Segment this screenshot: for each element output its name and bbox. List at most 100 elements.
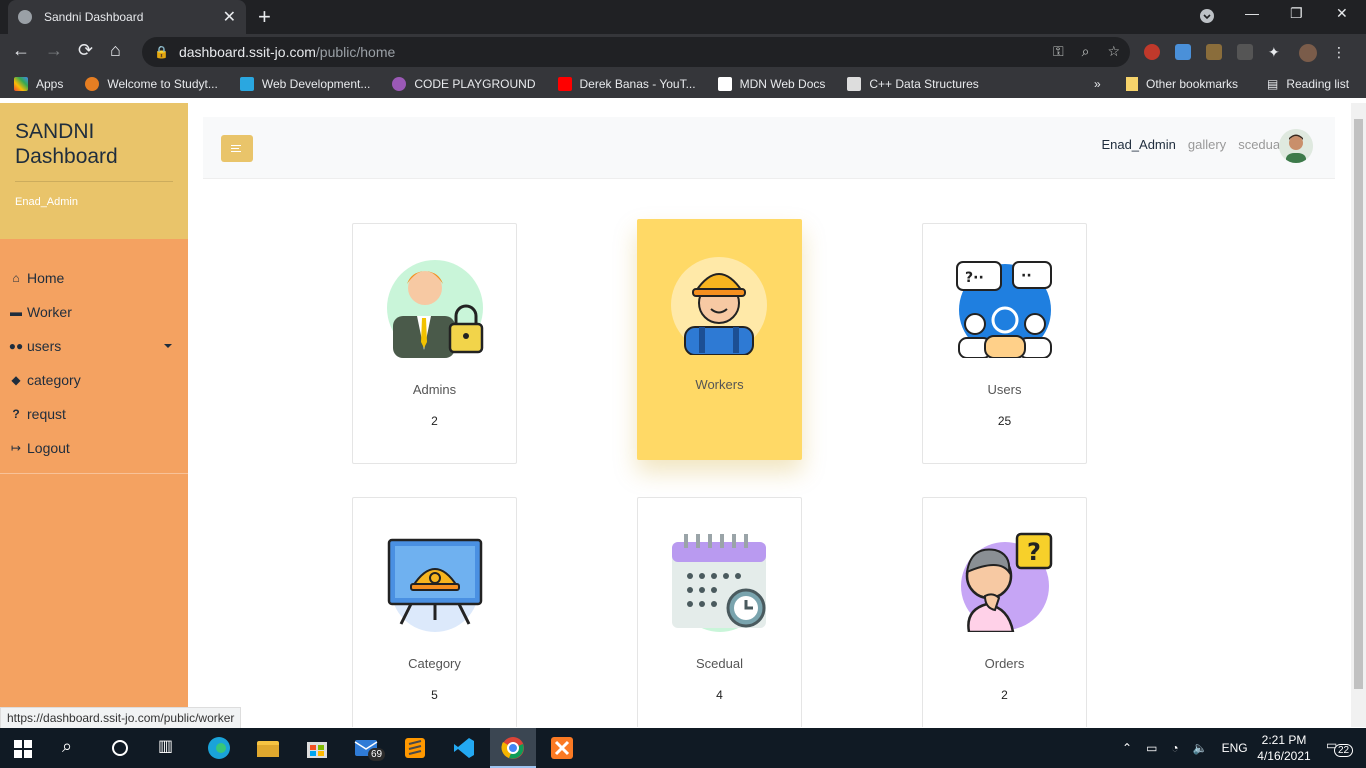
store-icon[interactable]	[305, 736, 329, 760]
orders-question-icon: ?	[961, 532, 1053, 632]
question-icon: ?	[12, 407, 20, 421]
udemy-icon	[239, 77, 254, 91]
nav-link-scedual[interactable]: scedual	[1238, 137, 1283, 152]
puzzle-icon[interactable]: ✦	[1268, 44, 1284, 60]
sidebar-item-home[interactable]: ⌂ Home	[0, 261, 188, 295]
restore-button[interactable]: ❐	[1290, 5, 1303, 22]
zoom-icon[interactable]: ⌕	[1082, 43, 1090, 60]
profile-avatar[interactable]	[1299, 44, 1317, 62]
bookmark-item[interactable]: C++ Data Structures	[847, 77, 979, 91]
url-host: dashboard.ssit-jo.com	[178, 44, 316, 60]
studytonight-icon	[85, 77, 100, 91]
tab-title: Sandni Dashboard	[44, 10, 144, 24]
bookmark-apps[interactable]: Apps	[14, 77, 63, 91]
forward-arrow-icon[interactable]: →	[45, 40, 63, 61]
sublime-text-icon[interactable]	[403, 736, 427, 760]
notification-center-icon[interactable]: ▭ 22	[1326, 738, 1354, 757]
other-bookmarks[interactable]: Other bookmarks	[1126, 70, 1238, 98]
page-content: SANDNI Dashboard Enad_Admin ⌂ Home ▬ Worke…	[0, 103, 1366, 727]
users-icon: ●●	[8, 339, 24, 353]
tags-icon: ◆	[11, 373, 21, 387]
file-explorer-icon[interactable]	[256, 736, 280, 760]
system-tray: ⌃ ▭ ◔ 🔈 ENG	[1122, 728, 1248, 768]
reload-icon[interactable]: ⟳	[78, 40, 93, 61]
chrome-icon	[501, 737, 524, 759]
reading-list-icon: ▤	[1267, 77, 1279, 91]
mdn-icon	[717, 77, 732, 91]
nav-user-link[interactable]: Enad_Admin	[1101, 137, 1175, 152]
clock-time: 2:21 PM	[1261, 733, 1307, 747]
extension-icon[interactable]	[1237, 44, 1253, 60]
tab-search-icon[interactable]	[1199, 8, 1215, 27]
close-window-button[interactable]: ✕	[1336, 5, 1348, 22]
task-view-icon[interactable]: ▥	[158, 736, 182, 760]
back-arrow-icon[interactable]: ←	[12, 40, 30, 61]
home-icon[interactable]: ⌂	[110, 40, 121, 61]
wifi-icon[interactable]: ◔	[1171, 741, 1178, 755]
svg-text:?··: ?··	[965, 270, 984, 286]
card-admins[interactable]: Admins 2	[352, 223, 517, 464]
translate-extension-icon[interactable]	[1175, 44, 1191, 60]
card-workers[interactable]: Workers	[637, 219, 802, 460]
bookmark-item[interactable]: MDN Web Docs	[717, 77, 825, 91]
extension-icon[interactable]	[1144, 44, 1160, 60]
gfg-icon	[847, 77, 862, 91]
sidebar-item-users[interactable]: ●● users	[0, 329, 188, 363]
clock[interactable]: 2:21 PM 4/16/2021	[1254, 732, 1314, 764]
sidebar-item-category[interactable]: ◆ category	[0, 363, 188, 397]
card-label: Category	[408, 656, 461, 671]
bookmark-item[interactable]: CODE PLAYGROUND	[392, 77, 536, 91]
browser-tab[interactable]: Sandni Dashboard ✕	[8, 0, 246, 34]
vscode-icon[interactable]	[452, 736, 476, 760]
page-scrollbar[interactable]	[1351, 103, 1366, 727]
caret-down-icon	[164, 344, 172, 348]
new-tab-button[interactable]: +	[258, 4, 271, 30]
card-orders[interactable]: ? Orders 2	[922, 497, 1087, 727]
sidebar-toggle-button[interactable]	[221, 135, 253, 162]
worker-helmet-icon	[671, 257, 767, 355]
globe-icon	[18, 10, 32, 24]
scrollbar-thumb[interactable]	[1354, 119, 1363, 689]
sidebar-item-worker[interactable]: ▬ Worker	[0, 295, 188, 329]
card-users[interactable]: ?·· ·· Users 25	[922, 223, 1087, 464]
address-bar[interactable]: 🔒 dashboard.ssit-jo.com/public/home ⚿ ⌕ …	[142, 37, 1130, 67]
more-bookmarks-icon[interactable]: »	[1094, 70, 1101, 98]
bookmark-item[interactable]: Web Development...	[239, 77, 370, 91]
category-board-icon	[387, 538, 483, 632]
xampp-icon[interactable]	[550, 736, 574, 760]
language-indicator[interactable]: ENG	[1222, 741, 1248, 755]
battery-icon[interactable]: ▭	[1146, 741, 1157, 755]
cortana-icon[interactable]	[108, 736, 132, 760]
card-scedual[interactable]: Scedual 4	[637, 497, 802, 727]
reading-list[interactable]: ▤ Reading list	[1267, 70, 1349, 98]
chrome-taskbar-item[interactable]	[490, 728, 536, 768]
star-icon[interactable]: ☆	[1107, 43, 1120, 60]
card-count: 4	[716, 688, 723, 702]
card-category[interactable]: Category 5	[352, 497, 517, 727]
minimize-button[interactable]: —	[1245, 5, 1259, 21]
card-label: Users	[987, 382, 1022, 397]
sidebar-item-logout[interactable]: ↦ Logout	[0, 431, 188, 465]
nav-link-gallery[interactable]: gallery	[1188, 137, 1226, 152]
key-icon[interactable]: ⚿	[1053, 43, 1064, 60]
volume-icon[interactable]: 🔈	[1193, 741, 1208, 755]
card-label: Workers	[695, 377, 744, 392]
mail-badge: 69	[368, 748, 386, 761]
status-url-tooltip: https://dashboard.ssit-jo.com/public/wor…	[0, 707, 242, 729]
calendar-clock-icon	[672, 534, 766, 632]
browser-toolbar: ← → ⟳ ⌂ 🔒 dashboard.ssit-jo.com/public/h…	[0, 34, 1366, 70]
browser-tab-bar: Sandni Dashboard ✕ + — ❐ ✕	[0, 0, 1366, 34]
search-icon[interactable]: ⌕	[62, 736, 86, 760]
bookmark-item[interactable]: Welcome to Studyt...	[85, 77, 218, 91]
clock-date: 4/16/2021	[1257, 749, 1311, 763]
windows-start-icon[interactable]	[14, 740, 32, 758]
bookmark-item[interactable]: Derek Banas - YouT...	[557, 77, 696, 91]
close-tab-icon[interactable]: ✕	[223, 7, 236, 27]
edge-icon[interactable]	[207, 736, 231, 760]
avatar[interactable]	[1279, 129, 1313, 163]
divider	[15, 181, 173, 182]
extension-icon[interactable]	[1206, 44, 1222, 60]
menu-icon[interactable]: ⋮	[1332, 44, 1346, 62]
chevron-up-icon[interactable]: ⌃	[1122, 741, 1132, 755]
sidebar-item-requst[interactable]: ? requst	[0, 397, 188, 431]
